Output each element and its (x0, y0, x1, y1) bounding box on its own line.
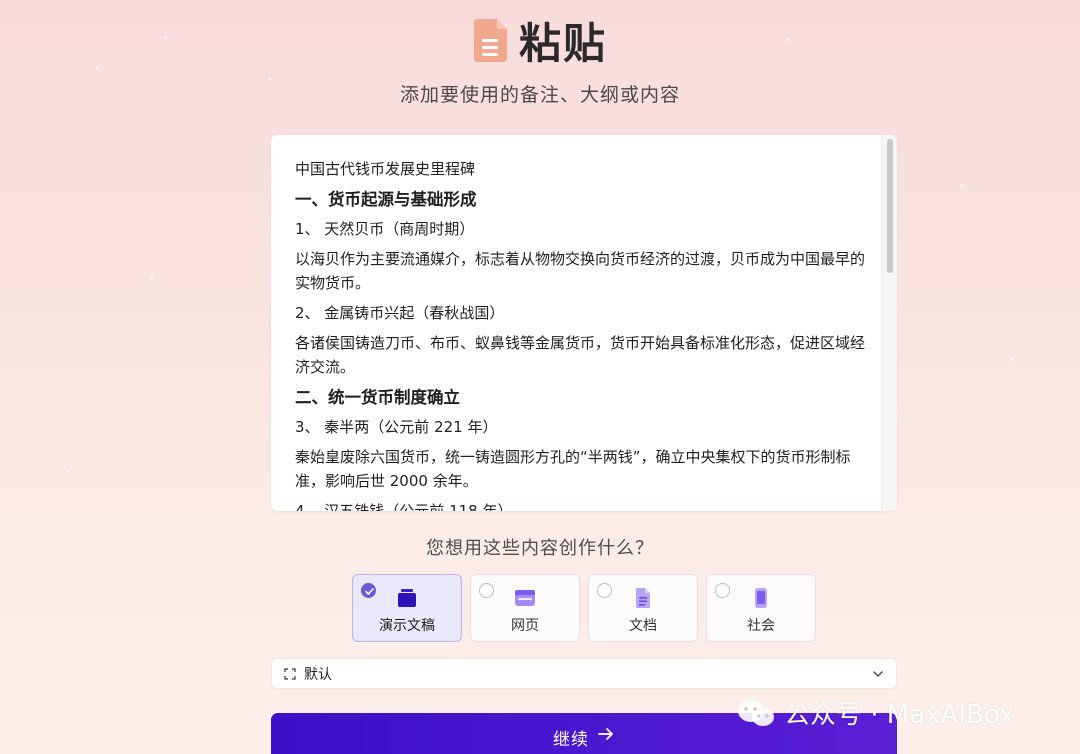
item-body: 秦始皇废除六国货币，统一铸造圆形方孔的“半两钱”，确立中央集权下的货币形制标准，… (295, 448, 851, 490)
item-body: 以海贝作为主要流通媒介，标志着从物物交换向货币经济的过渡，贝币成为中国最早的实物… (295, 250, 866, 292)
select-value: 默认 (304, 666, 332, 683)
watermark: 公众号 · MaxAIBox (736, 694, 1014, 731)
presentation-icon (396, 587, 418, 609)
continue-label: 继续 (553, 730, 589, 749)
doc-title: 中国古代钱币发展史里程碑 (295, 160, 476, 178)
sparkle (1010, 358, 1013, 361)
section-heading: 二、统一货币制度确立 (295, 388, 460, 407)
radio-checked[interactable] (361, 583, 376, 598)
radio-unchecked[interactable] (479, 583, 494, 598)
option-social[interactable]: 社会 (706, 574, 816, 642)
document-icon (632, 587, 654, 609)
sparkle (960, 184, 963, 187)
wechat-icon (738, 699, 774, 726)
option-label: 文档 (629, 618, 657, 634)
mobile-icon (750, 587, 772, 609)
sparkle (66, 470, 69, 473)
item-heading: 4、 汉五铢钱（公元前 118 年） (295, 502, 513, 511)
radio-unchecked[interactable] (715, 583, 730, 598)
expand-icon (284, 667, 296, 680)
chevron-down-icon[interactable] (872, 668, 884, 680)
watermark-text: 公众号 · MaxAIBox (784, 700, 1015, 730)
create-question: 您想用这些内容创作什么？ (426, 538, 654, 559)
option-webpage[interactable]: 网页 (470, 574, 580, 642)
paste-content-area[interactable]: 中国古代钱币发展史里程碑 一、货币起源与基础形成 1、 天然贝币（商周时期） 以… (271, 135, 897, 511)
item-body: 各诸侯国铸造刀币、布币、蚁鼻钱等金属货币，货币开始具备标准化形态，促进区域经济交… (295, 334, 866, 376)
pasted-text[interactable]: 中国古代钱币发展史里程碑 一、货币起源与基础形成 1、 天然贝币（商周时期） 以… (295, 157, 865, 511)
scrollbar[interactable] (881, 135, 897, 511)
sparkle (150, 276, 153, 279)
option-document[interactable]: 文档 (588, 574, 698, 642)
page-subtitle: 添加要使用的备注、大纲或内容 (399, 84, 680, 106)
page-header: 粘贴 添加要使用的备注、大纲或内容 (0, 14, 1080, 107)
document-icon (473, 19, 507, 62)
option-label: 演示文稿 (379, 618, 435, 634)
option-presentation[interactable]: 演示文稿 (352, 574, 462, 642)
webpage-icon (514, 587, 536, 609)
output-type-options: 演示文稿 网页 文档 社会 (352, 574, 816, 642)
page-title: 粘贴 (518, 18, 607, 68)
title-row: 粘贴 (0, 14, 1080, 68)
item-heading: 1、 天然贝币（商周时期） (295, 220, 475, 238)
arrow-right-icon (598, 728, 613, 740)
item-heading: 3、 秦半两（公元前 221 年） (295, 418, 498, 436)
option-label: 网页 (511, 618, 539, 634)
scrollbar-thumb[interactable] (887, 139, 893, 273)
option-label: 社会 (747, 618, 775, 634)
radio-unchecked[interactable] (597, 583, 612, 598)
item-heading: 2、 金属铸币兴起（春秋战国） (295, 304, 505, 322)
section-heading: 一、货币起源与基础形成 (295, 190, 477, 209)
theme-select[interactable]: 默认 (271, 658, 897, 689)
check-icon (365, 588, 374, 595)
